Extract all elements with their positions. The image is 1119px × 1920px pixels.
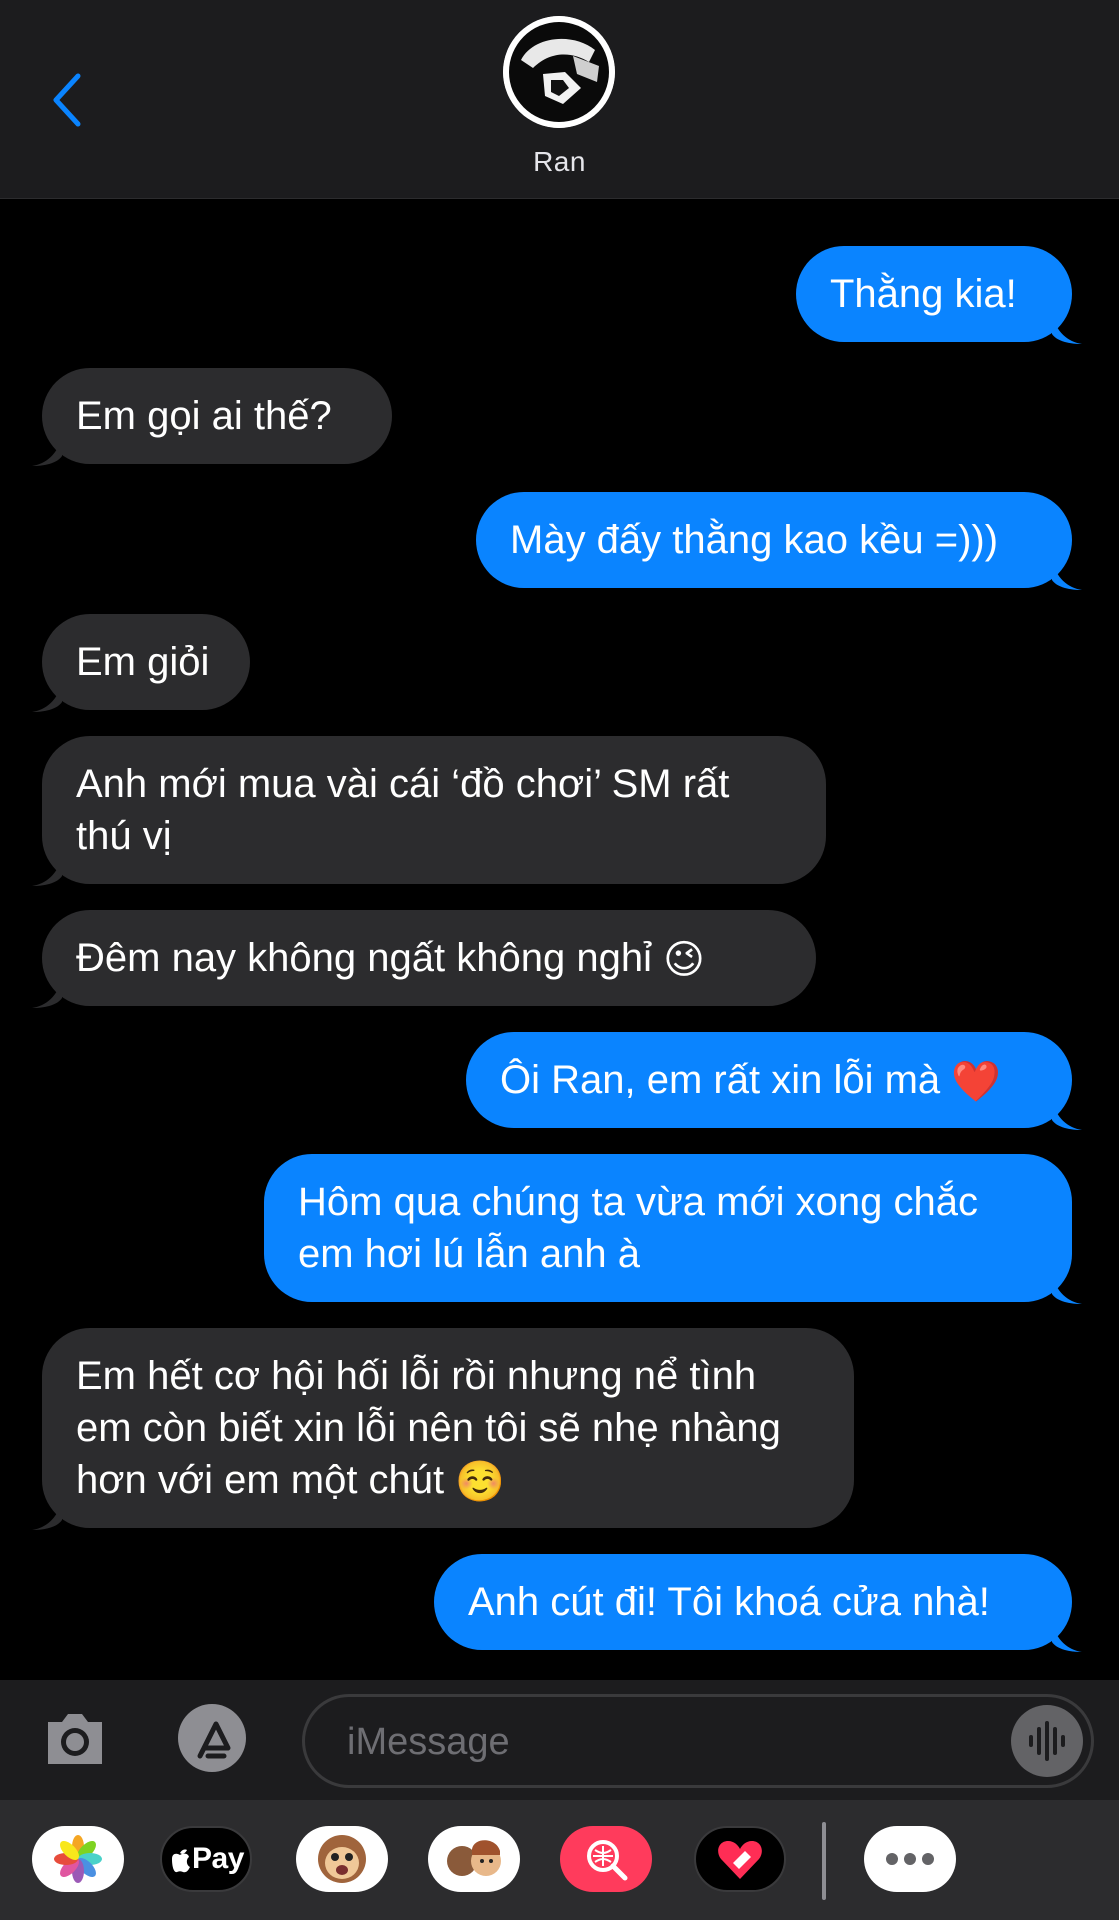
winking-face-emoji: 😉 (663, 938, 705, 983)
message-incoming[interactable]: Em gọi ai thế? (32, 368, 392, 466)
contact-avatar[interactable] (503, 16, 615, 128)
message-input-field[interactable] (302, 1694, 1094, 1788)
message-text: Em hết cơ hội hối lỗi rồi nhưng nể tình … (76, 1354, 781, 1502)
more-apps-icon[interactable] (864, 1826, 956, 1892)
photos-app-icon[interactable] (32, 1826, 124, 1892)
message-incoming[interactable]: Em giỏi (32, 614, 250, 712)
apple-logo-icon (172, 1849, 191, 1873)
message-text: Anh cút đi! Tôi khoá cửa nhà! (468, 1580, 990, 1624)
message-composer (0, 1680, 1119, 1800)
drawer-divider (822, 1822, 826, 1900)
message-text: Đêm nay không ngất không nghỉ (76, 936, 652, 980)
message-text: Em giỏi (76, 640, 210, 684)
animoji-app-icon[interactable] (296, 1826, 388, 1892)
smiling-face-emoji: ☺️ (455, 1460, 506, 1505)
contact-name[interactable]: Ran (0, 146, 1119, 178)
message-input[interactable] (345, 1709, 1009, 1775)
audio-message-button[interactable] (1011, 1705, 1083, 1777)
digital-touch-app-icon[interactable] (694, 1826, 786, 1892)
camera-button[interactable] (42, 1708, 108, 1768)
chevron-left-icon (53, 73, 81, 127)
message-text: Mày đấy thằng kao kều =))) (510, 518, 999, 562)
message-text: Ôi Ran, em rất xin lỗi mà (500, 1058, 941, 1102)
conversation-header: Ran (0, 0, 1119, 199)
message-outgoing[interactable]: Hôm qua chúng ta vừa mới xong chắc em hơ… (264, 1154, 1082, 1304)
message-outgoing[interactable]: Ôi Ran, em rất xin lỗi mà ❤️ (466, 1032, 1082, 1130)
apple-pay-label: Pay (192, 1842, 244, 1875)
message-text: Hôm qua chúng ta vừa mới xong chắc em hơ… (298, 1180, 979, 1276)
message-text: Thằng kia! (830, 272, 1017, 316)
camera-icon (48, 1714, 102, 1764)
message-outgoing[interactable]: Anh cút đi! Tôi khoá cửa nhà! (434, 1554, 1082, 1652)
memoji-app-icon[interactable] (428, 1826, 520, 1892)
message-text: Anh mới mua vài cái ‘đồ chơi’ SM rất thú… (76, 762, 730, 858)
message-incoming[interactable]: Đêm nay không ngất không nghỉ 😉 (32, 910, 816, 1008)
red-heart-emoji: ❤️ (951, 1060, 1002, 1105)
apple-pay-app-icon[interactable]: Pay (160, 1826, 252, 1892)
message-outgoing[interactable]: Mày đấy thằng kao kều =))) (476, 492, 1082, 590)
message-incoming[interactable]: Em hết cơ hội hối lỗi rồi nhưng nể tình … (32, 1328, 854, 1530)
back-button[interactable] (42, 70, 92, 130)
app-drawer: Pay (0, 1800, 1119, 1920)
image-search-app-icon[interactable] (560, 1826, 652, 1892)
message-outgoing[interactable]: Thằng kia! (796, 246, 1082, 344)
audio-waveform-icon (1029, 1721, 1065, 1761)
app-store-button[interactable] (170, 1702, 256, 1774)
message-incoming[interactable]: Anh mới mua vài cái ‘đồ chơi’ SM rất thú… (32, 736, 826, 886)
app-store-icon (178, 1704, 246, 1772)
message-text: Em gọi ai thế? (76, 394, 332, 438)
